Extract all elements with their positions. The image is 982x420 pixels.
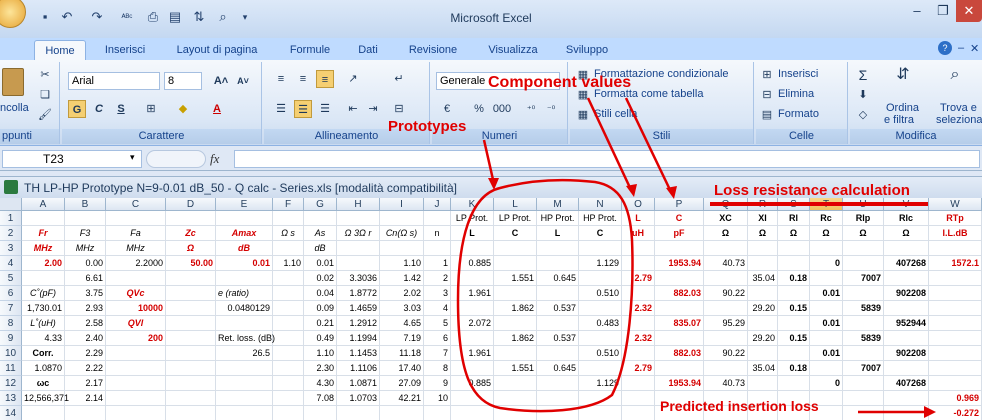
annotation-component-values: Component values bbox=[488, 74, 632, 91]
excel-window: ▪ ↶ ↷ ᴬᴮᶜ ⎙ ▤ ⇅ ⌕ ▾ Microsoft Excel – ❐ … bbox=[0, 0, 982, 420]
arrow-prototypes bbox=[482, 139, 496, 185]
annotation-loss-resistance: Loss resistance calculation bbox=[714, 182, 910, 199]
annotation-prototypes: Prototypes bbox=[388, 118, 467, 135]
annotation-insertion-loss: Predicted insertion loss bbox=[660, 398, 819, 414]
arrow-component-l bbox=[586, 97, 634, 193]
arrow-component-c bbox=[624, 97, 674, 195]
annotation-overlay bbox=[456, 97, 936, 418]
prototypes-outline bbox=[456, 178, 634, 413]
